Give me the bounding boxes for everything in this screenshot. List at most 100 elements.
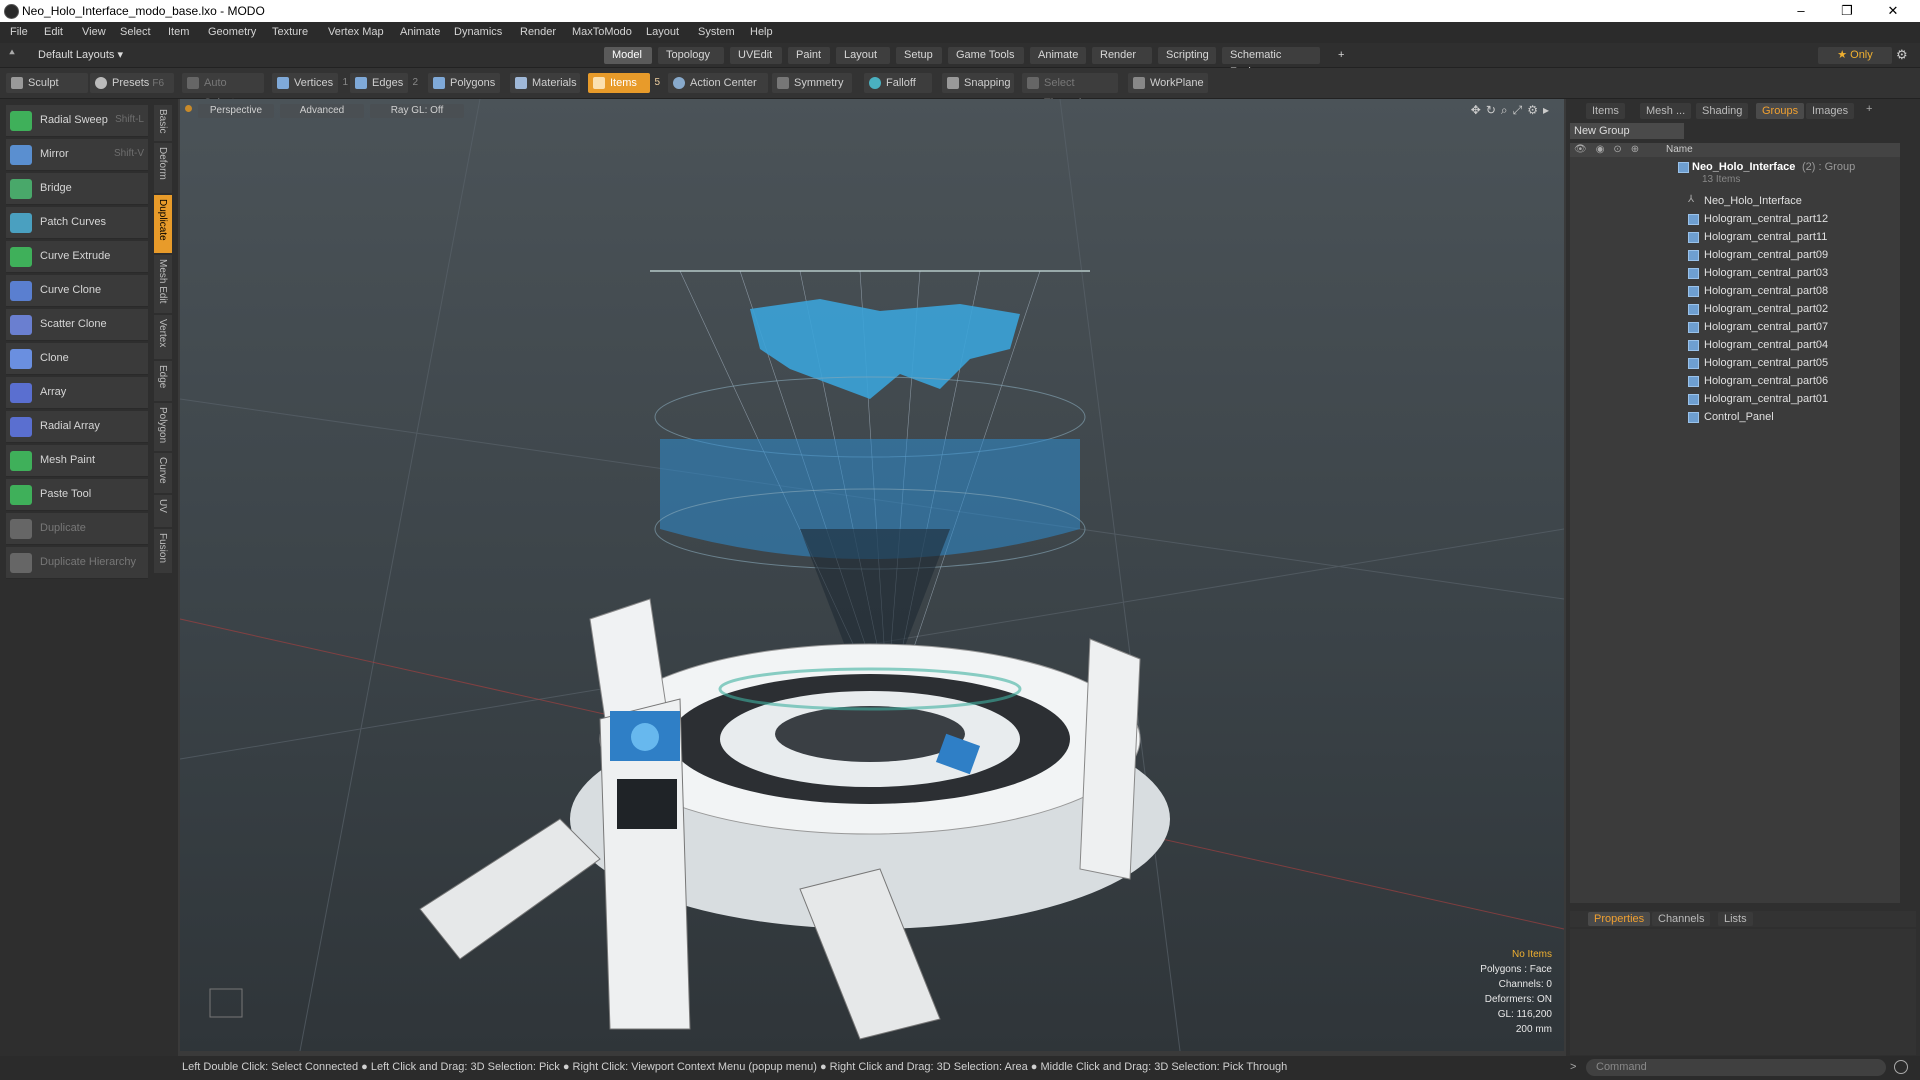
items-button[interactable]: Items 5 <box>588 73 660 93</box>
select-through-button[interactable]: Select Through <box>1022 73 1118 109</box>
vertices-button[interactable]: Vertices 1 <box>272 73 348 93</box>
outliner-item[interactable]: Hologram_central_part09 <box>1570 247 1900 265</box>
tab-setup[interactable]: Setup <box>896 47 942 64</box>
menu-geometry[interactable]: Geometry <box>208 26 256 38</box>
menu-help[interactable]: Help <box>750 26 773 38</box>
tool-duplicate[interactable]: Duplicate <box>6 513 148 545</box>
layout-selector[interactable]: Default Layouts ▾ <box>38 48 123 61</box>
tool-curve-clone[interactable]: Curve Clone <box>6 275 148 307</box>
panel-tab-items[interactable]: Items <box>1586 103 1625 119</box>
side-tab-polygon[interactable]: Polygon <box>154 403 172 451</box>
side-tab-edge[interactable]: Edge <box>154 361 172 401</box>
auto-select-button[interactable]: Auto Select <box>182 73 264 109</box>
restore-button[interactable]: ❐ <box>1824 0 1870 22</box>
outliner-item[interactable]: Hologram_central_part06 <box>1570 373 1900 391</box>
presets-button[interactable]: Presets F6 <box>90 73 174 93</box>
tool-paste-tool[interactable]: Paste Tool <box>6 479 148 511</box>
action-center-button[interactable]: Action Center <box>668 73 768 93</box>
tab-render[interactable]: Render <box>1092 47 1152 64</box>
panel-tab-shading[interactable]: Shading <box>1696 103 1749 119</box>
outliner-item[interactable]: Hologram_central_part03 <box>1570 265 1900 283</box>
new-group-button[interactable]: New Group <box>1570 123 1684 139</box>
falloff-button[interactable]: Falloff <box>864 73 932 93</box>
tool-radial-sweep[interactable]: Radial Sweep Shift-L <box>6 105 148 137</box>
outliner-item[interactable]: Hologram_central_part02 <box>1570 301 1900 319</box>
tab-uvedit[interactable]: UVEdit <box>730 47 782 64</box>
close-button[interactable]: ✕ <box>1870 0 1916 22</box>
panel-tab-images[interactable]: Images <box>1806 103 1855 119</box>
tab-layout[interactable]: Layout <box>836 47 890 64</box>
tab-animate[interactable]: Animate <box>1030 47 1086 64</box>
sculpt-button[interactable]: Sculpt <box>6 73 88 93</box>
outliner-item[interactable]: Hologram_central_part07 <box>1570 319 1900 337</box>
tool-duplicate-hierarchy[interactable]: Duplicate Hierarchy <box>6 547 148 579</box>
outliner-item[interactable]: Hologram_central_part11 <box>1570 229 1900 247</box>
tab-game-tools[interactable]: Game Tools <box>948 47 1024 64</box>
edges-button[interactable]: Edges 2 <box>350 73 418 93</box>
menu-item[interactable]: Item <box>168 26 189 38</box>
tab-topology[interactable]: Topology <box>658 47 724 64</box>
add-tab-button[interactable]: + <box>1330 47 1350 64</box>
name-column-header[interactable]: Name <box>1666 144 1693 155</box>
tool-bridge[interactable]: Bridge <box>6 173 148 205</box>
side-tab-mesh-edit[interactable]: Mesh Edit <box>154 255 172 313</box>
menu-edit[interactable]: Edit <box>44 26 63 38</box>
tool-scatter-clone[interactable]: Scatter Clone <box>6 309 148 341</box>
menu-render[interactable]: Render <box>520 26 556 38</box>
menu-select[interactable]: Select <box>120 26 151 38</box>
outliner-item[interactable]: Hologram_central_part12 <box>1570 211 1900 229</box>
tool-radial-array[interactable]: Radial Array <box>6 411 148 443</box>
side-tab-uv[interactable]: UV <box>154 495 172 527</box>
materials-button[interactable]: Materials <box>510 73 580 93</box>
side-tab-deform[interactable]: Deform <box>154 143 172 193</box>
outliner-item[interactable]: Hologram_central_part04 <box>1570 337 1900 355</box>
bottom-tab-lists[interactable]: Lists <box>1718 912 1753 926</box>
tab-model[interactable]: Model <box>604 47 652 64</box>
menu-animate[interactable]: Animate <box>400 26 440 38</box>
tool-clone[interactable]: Clone <box>6 343 148 375</box>
tool-patch-curves[interactable]: Patch Curves <box>6 207 148 239</box>
menu-file[interactable]: File <box>10 26 28 38</box>
tab-scripting[interactable]: Scripting <box>1158 47 1216 64</box>
symmetry-button[interactable]: Symmetry <box>772 73 852 93</box>
layout-menu-icon[interactable]: ⯅ <box>8 48 20 60</box>
menu-system[interactable]: System <box>698 26 735 38</box>
menu-texture[interactable]: Texture <box>272 26 308 38</box>
menu-view[interactable]: View <box>82 26 106 38</box>
outliner-item[interactable]: Hologram_central_part01 <box>1570 391 1900 409</box>
tool-array[interactable]: Array <box>6 377 148 409</box>
command-input[interactable]: Command <box>1586 1059 1886 1076</box>
only-toggle[interactable]: ★ Only <box>1818 47 1892 64</box>
materials-icon <box>515 77 527 89</box>
panel-tab-mesh[interactable]: Mesh ... <box>1640 103 1692 119</box>
side-tab-fusion[interactable]: Fusion <box>154 529 172 573</box>
menu-vertex-map[interactable]: Vertex Map <box>328 26 384 38</box>
tool-mirror[interactable]: Mirror Shift-V <box>6 139 148 171</box>
snapping-button[interactable]: Snapping <box>942 73 1014 93</box>
minimize-button[interactable]: – <box>1778 0 1824 22</box>
panel-tab-groups[interactable]: Groups <box>1756 103 1805 119</box>
tab-paint[interactable]: Paint <box>788 47 830 64</box>
tool-curve-extrude[interactable]: Curve Extrude <box>6 241 148 273</box>
side-tab-duplicate[interactable]: Duplicate <box>154 195 172 253</box>
add-tab-button[interactable]: + <box>1866 103 1872 115</box>
side-tab-curve[interactable]: Curve <box>154 453 172 493</box>
outliner-item[interactable]: Hologram_central_part08 <box>1570 283 1900 301</box>
tab-schematic-fusion[interactable]: Schematic Fusion <box>1222 47 1320 78</box>
workplane-button[interactable]: WorkPlane <box>1128 73 1208 93</box>
3d-viewport[interactable]: Perspective Advanced Ray GL: Off ✥↻⌕⤢⚙▸ <box>180 99 1564 1051</box>
side-tab-basic[interactable]: Basic <box>154 105 172 141</box>
outliner-item[interactable]: Hologram_central_part05 <box>1570 355 1900 373</box>
tool-mesh-paint[interactable]: Mesh Paint <box>6 445 148 477</box>
menu-layout[interactable]: Layout <box>646 26 679 38</box>
bottom-tab-properties[interactable]: Properties <box>1588 912 1651 926</box>
menu-dynamics[interactable]: Dynamics <box>454 26 502 38</box>
gear-icon[interactable]: ⚙ <box>1896 47 1908 63</box>
menu-maxtomodo[interactable]: MaxToModo <box>572 26 632 38</box>
outliner-item[interactable]: ⅄ Neo_Holo_Interface <box>1570 193 1900 211</box>
polygons-button[interactable]: Polygons <box>428 73 500 93</box>
bottom-tab-channels[interactable]: Channels <box>1652 912 1711 926</box>
command-history-icon[interactable] <box>1894 1060 1908 1074</box>
side-tab-vertex[interactable]: Vertex <box>154 315 172 359</box>
outliner-item[interactable]: Control_Panel <box>1570 409 1900 427</box>
